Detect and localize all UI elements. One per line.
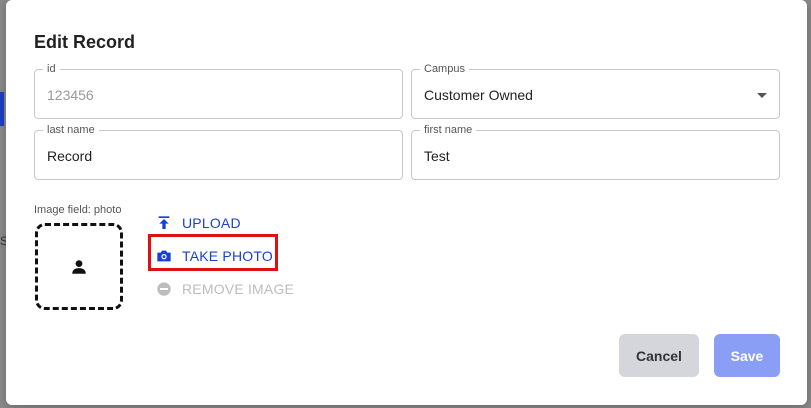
upload-icon (158, 216, 170, 229)
campus-select-label: Campus (420, 62, 469, 76)
first-name-field[interactable]: first name Test (411, 123, 780, 180)
take-photo-highlight (148, 234, 278, 271)
image-placeholder (35, 223, 123, 310)
image-field-label: Image field: photo (34, 204, 122, 216)
last-name-field-value[interactable]: Record (47, 147, 92, 165)
person-icon (72, 259, 86, 274)
save-button[interactable]: Save (714, 334, 780, 377)
remove-image-label: REMOVE IMAGE (182, 281, 295, 297)
last-name-field[interactable]: last name Record (34, 123, 403, 180)
campus-select[interactable]: Campus Customer Owned (411, 62, 780, 119)
last-name-field-label: last name (43, 123, 99, 137)
edit-record-dialog: Edit Record id 123456 Campus Customer Ow… (6, 0, 807, 405)
cancel-button[interactable]: Cancel (619, 334, 699, 377)
dialog-title: Edit Record (34, 32, 136, 52)
background-button-edge (0, 92, 4, 126)
id-field-label: id (43, 62, 60, 76)
id-field-value: 123456 (47, 87, 94, 103)
first-name-field-label: first name (420, 123, 477, 137)
upload-label: UPLOAD (182, 215, 241, 231)
caret-down-icon[interactable] (757, 93, 767, 98)
minus-circle-icon (157, 282, 171, 296)
campus-select-value: Customer Owned (424, 87, 533, 103)
upload-button[interactable]: UPLOAD (156, 214, 241, 232)
first-name-field-value[interactable]: Test (424, 147, 450, 165)
id-field: id 123456 (34, 62, 403, 119)
remove-image-button[interactable]: REMOVE IMAGE (156, 280, 294, 298)
